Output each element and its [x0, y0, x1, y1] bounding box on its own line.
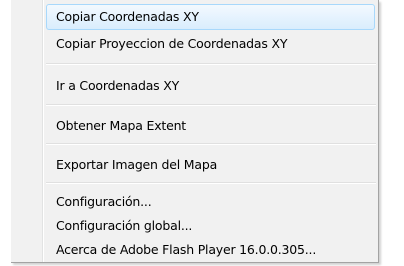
context-menu: Copiar Coordenadas XY Copiar Proyeccion …: [11, 0, 379, 263]
menu-separator: [46, 182, 376, 184]
menu-separator: [46, 143, 376, 145]
menu-item-configuracion[interactable]: Configuración...: [56, 190, 152, 214]
menu-item-copiar-proyeccion-coordenadas-xy[interactable]: Copiar Proyeccion de Coordenadas XY: [56, 32, 287, 56]
menu-separator: [46, 104, 376, 106]
menu-separator: [46, 63, 376, 65]
menu-item-acerca-de-adobe-flash-player[interactable]: Acerca de Adobe Flash Player 16.0.0.305.…: [56, 238, 316, 262]
menu-item-obtener-mapa-extent[interactable]: Obtener Mapa Extent: [56, 114, 186, 138]
menu-item-configuracion-global[interactable]: Configuración global...: [56, 214, 192, 238]
menu-item-ir-a-coordenadas-xy[interactable]: Ir a Coordenadas XY: [56, 74, 179, 98]
page: Copiar Coordenadas XY Copiar Proyeccion …: [0, 0, 404, 266]
menu-item-exportar-imagen-del-mapa[interactable]: Exportar Imagen del Mapa: [56, 153, 217, 177]
menu-item-copiar-coordenadas-xy[interactable]: Copiar Coordenadas XY: [56, 5, 199, 29]
menu-icon-gutter: [42, 0, 44, 262]
